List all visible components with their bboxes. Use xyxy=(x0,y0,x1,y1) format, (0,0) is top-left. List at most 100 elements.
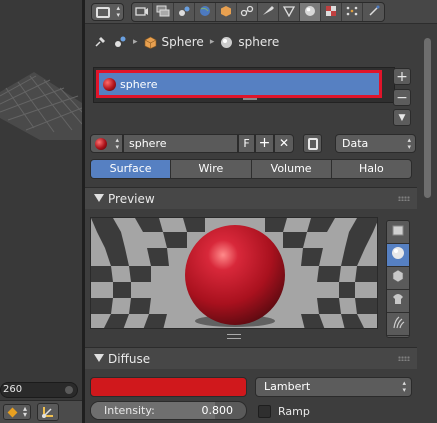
tab-object[interactable] xyxy=(216,3,237,21)
tab-material[interactable] xyxy=(300,3,321,21)
field-handle xyxy=(65,386,73,394)
frame-field[interactable]: 260 xyxy=(0,382,78,398)
render-layers-icon xyxy=(156,5,170,20)
ramp-label: Ramp xyxy=(278,404,310,418)
preview-type-sphere[interactable] xyxy=(387,244,409,267)
properties-editor-icon xyxy=(96,7,110,18)
tab-volume[interactable]: Volume xyxy=(251,160,332,178)
chevron-updown-icon: ▴ ▾ xyxy=(115,136,119,151)
preview-panel-header[interactable]: Preview xyxy=(85,187,417,209)
tab-render-layers[interactable] xyxy=(153,3,174,21)
material-slot-row[interactable]: sphere xyxy=(96,70,382,98)
properties-header: ▴ ▾ xyxy=(85,0,437,24)
keyframe-button[interactable]: ▴ ▾ xyxy=(3,404,31,420)
particles-icon xyxy=(345,5,359,20)
slot-specials-menu[interactable]: ▼ xyxy=(393,109,411,126)
breadcrumb-separator: ▸ xyxy=(209,37,215,47)
material-name-field[interactable]: sphere xyxy=(123,134,238,153)
chevron-updown-icon: ▴ ▾ xyxy=(407,136,411,151)
link-type-label: Data xyxy=(342,137,369,150)
browse-material-button[interactable]: ▴ ▾ xyxy=(90,134,123,153)
material-icon xyxy=(221,36,233,48)
chevron-updown-icon: ▴ ▾ xyxy=(116,4,120,19)
manipulator-icon xyxy=(42,407,53,418)
remove-slot-button[interactable]: − xyxy=(393,89,411,106)
diffuse-panel-header[interactable]: Diffuse xyxy=(85,347,417,369)
panel-drag-grip-icon[interactable] xyxy=(398,196,410,201)
world-icon xyxy=(198,5,212,20)
tab-surface[interactable]: Surface xyxy=(91,160,172,178)
sphere-sky-icon xyxy=(387,336,409,338)
intensity-slider[interactable]: Intensity: 0.800 xyxy=(90,401,247,420)
pin-button[interactable] xyxy=(93,35,107,49)
preview-type-cube[interactable] xyxy=(387,267,409,290)
scene-icon xyxy=(177,5,191,20)
list-resize-grip[interactable] xyxy=(243,98,257,100)
link-type-select[interactable]: Data ▴ ▾ xyxy=(335,134,416,153)
panel-drag-grip-icon[interactable] xyxy=(398,356,410,361)
diffuse-shader-label: Lambert xyxy=(264,380,311,393)
preview-type-hair[interactable] xyxy=(387,313,409,336)
tab-particles[interactable] xyxy=(342,3,363,21)
object-icon xyxy=(144,36,156,49)
copy-material-button[interactable] xyxy=(303,134,322,153)
breadcrumb-object: Sphere xyxy=(144,35,204,49)
collapse-triangle-icon xyxy=(94,194,104,202)
flat-icon xyxy=(392,225,404,236)
mesh-data-icon xyxy=(282,5,296,20)
tab-wire[interactable]: Wire xyxy=(171,160,252,178)
breadcrumb-scene xyxy=(113,35,127,49)
constraints-icon xyxy=(240,5,254,20)
tab-texture[interactable] xyxy=(321,3,342,21)
scroll-thumb[interactable] xyxy=(424,38,431,198)
tab-constraints[interactable] xyxy=(237,3,258,21)
keyframe-diamond-icon xyxy=(7,407,18,418)
preview-resize-grip[interactable] xyxy=(227,334,241,339)
ramp-checkbox[interactable]: Ramp xyxy=(258,403,310,419)
frame-field-value: 260 xyxy=(3,384,23,395)
new-material-button[interactable]: + xyxy=(255,134,274,153)
preview-sphere xyxy=(185,225,285,325)
3d-viewport[interactable]: 260 ▴ ▾ xyxy=(0,0,82,423)
cube-icon xyxy=(392,269,404,283)
material-preview-icon xyxy=(103,78,116,91)
material-preview-render xyxy=(90,217,378,329)
tab-world[interactable] xyxy=(195,3,216,21)
breadcrumb-material-label: sphere xyxy=(238,35,280,49)
sphere-icon xyxy=(392,247,404,259)
material-icon xyxy=(303,5,317,20)
tab-mesh-data[interactable] xyxy=(279,3,300,21)
fake-user-button[interactable]: F xyxy=(238,134,255,153)
properties-scrollbar[interactable] xyxy=(422,28,433,420)
tab-halo[interactable]: Halo xyxy=(331,160,411,178)
breadcrumb-object-label: Sphere xyxy=(161,35,204,49)
tab-scene[interactable] xyxy=(174,3,195,21)
physics-icon xyxy=(367,5,381,20)
tab-modifiers[interactable] xyxy=(258,3,279,21)
material-preview-icon xyxy=(95,138,107,150)
chevron-updown-icon: ▴ ▾ xyxy=(402,379,406,394)
manipulator-button[interactable] xyxy=(37,403,59,421)
preview-type-flat[interactable] xyxy=(387,221,409,244)
preview-type-sphere-sky[interactable] xyxy=(387,336,409,338)
checkbox-box[interactable] xyxy=(258,404,271,418)
tab-physics[interactable] xyxy=(363,3,384,21)
tab-render[interactable] xyxy=(132,3,153,21)
unlink-material-button[interactable]: ✕ xyxy=(274,134,294,153)
preview-type-monkey[interactable] xyxy=(387,290,409,313)
material-slot-list: sphere xyxy=(93,67,395,103)
diffuse-color-swatch[interactable] xyxy=(90,377,247,397)
breadcrumb-material: sphere xyxy=(220,35,279,49)
diffuse-shader-select[interactable]: Lambert ▴ ▾ xyxy=(255,377,412,397)
texture-icon xyxy=(324,5,338,20)
grid-floor xyxy=(0,72,82,140)
material-slot-label: sphere xyxy=(120,78,158,91)
preview-type-buttons xyxy=(386,220,410,338)
preview-panel-title: Preview xyxy=(108,192,155,206)
modifiers-icon xyxy=(261,5,275,20)
properties-editor: ▴ ▾ ▸ Sphere ▸ sphere sphere + − ▼ ▴ ▾ s… xyxy=(85,0,437,423)
add-slot-button[interactable]: + xyxy=(393,68,411,85)
render-icon xyxy=(135,5,149,20)
editor-type-menu[interactable]: ▴ ▾ xyxy=(91,3,124,21)
intensity-label: Intensity: xyxy=(104,404,155,417)
